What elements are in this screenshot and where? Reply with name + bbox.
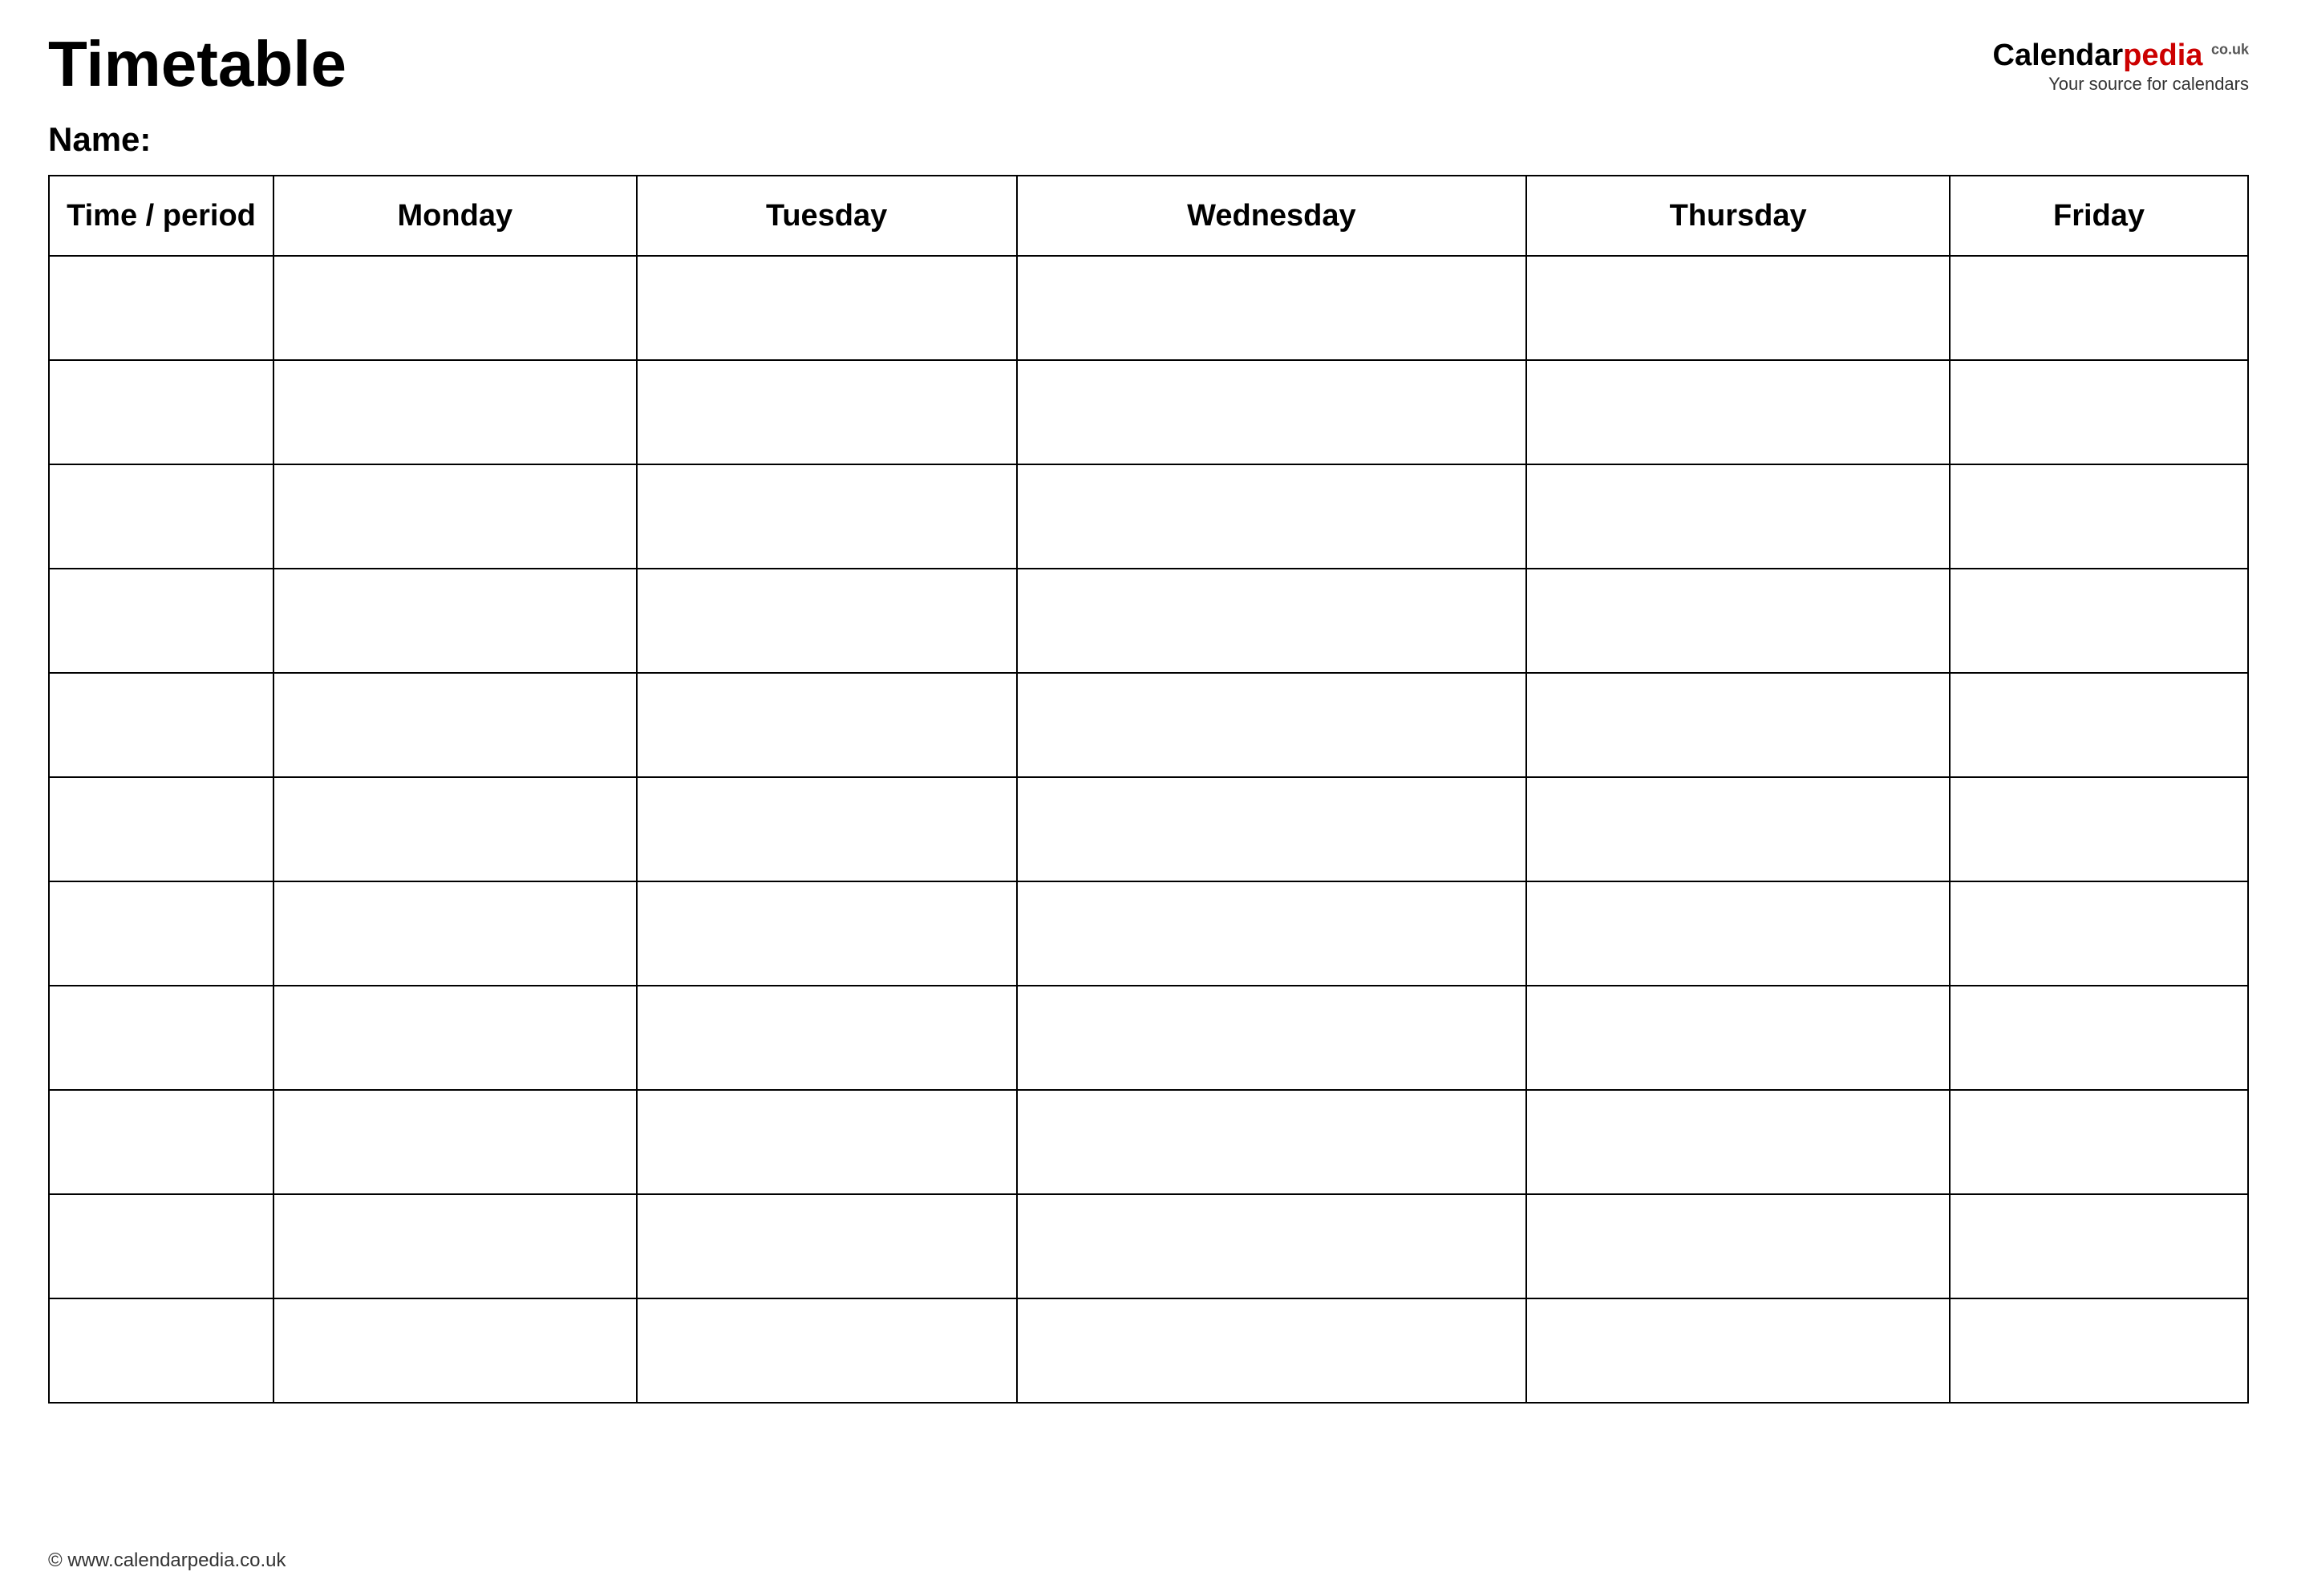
table-row — [49, 986, 2248, 1090]
time-cell[interactable] — [49, 777, 273, 881]
time-cell[interactable] — [49, 256, 273, 360]
table-row — [49, 881, 2248, 986]
day-cell[interactable] — [1526, 569, 1950, 673]
header-friday: Friday — [1950, 176, 2248, 256]
timetable: Time / period Monday Tuesday Wednesday T… — [48, 175, 2249, 1404]
day-cell[interactable] — [273, 673, 637, 777]
day-cell[interactable] — [273, 986, 637, 1090]
table-row — [49, 256, 2248, 360]
logo-text: Calendarpedia co.uk — [1993, 40, 2249, 71]
day-cell[interactable] — [637, 1194, 1017, 1298]
day-cell[interactable] — [1950, 986, 2248, 1090]
day-cell[interactable] — [637, 673, 1017, 777]
day-cell[interactable] — [637, 881, 1017, 986]
day-cell[interactable] — [1017, 777, 1527, 881]
day-cell[interactable] — [1950, 256, 2248, 360]
day-cell[interactable] — [1950, 1298, 2248, 1403]
day-cell[interactable] — [637, 569, 1017, 673]
logo-subtitle: Your source for calendars — [2048, 74, 2249, 95]
day-cell[interactable] — [1526, 673, 1950, 777]
day-cell[interactable] — [1017, 1298, 1527, 1403]
day-cell[interactable] — [273, 569, 637, 673]
day-cell[interactable] — [1950, 673, 2248, 777]
day-cell[interactable] — [1526, 777, 1950, 881]
day-cell[interactable] — [1526, 360, 1950, 464]
table-row — [49, 360, 2248, 464]
time-cell[interactable] — [49, 1194, 273, 1298]
day-cell[interactable] — [637, 256, 1017, 360]
time-cell[interactable] — [49, 360, 273, 464]
table-row — [49, 1090, 2248, 1194]
name-label: Name: — [48, 120, 2249, 159]
day-cell[interactable] — [273, 1194, 637, 1298]
time-cell[interactable] — [49, 986, 273, 1090]
time-cell[interactable] — [49, 1090, 273, 1194]
header-wednesday: Wednesday — [1017, 176, 1527, 256]
day-cell[interactable] — [273, 1298, 637, 1403]
day-cell[interactable] — [637, 464, 1017, 569]
time-cell[interactable] — [49, 673, 273, 777]
logo-domain: co.uk — [2211, 41, 2249, 57]
day-cell[interactable] — [637, 777, 1017, 881]
day-cell[interactable] — [1017, 360, 1527, 464]
time-cell[interactable] — [49, 881, 273, 986]
logo-area: Calendarpedia co.uk Your source for cale… — [1993, 40, 2249, 95]
table-row — [49, 1194, 2248, 1298]
time-cell[interactable] — [49, 464, 273, 569]
day-cell[interactable] — [1526, 881, 1950, 986]
day-cell[interactable] — [1017, 986, 1527, 1090]
day-cell[interactable] — [1526, 1298, 1950, 1403]
day-cell[interactable] — [273, 1090, 637, 1194]
day-cell[interactable] — [1526, 464, 1950, 569]
day-cell[interactable] — [1017, 1090, 1527, 1194]
table-row — [49, 464, 2248, 569]
day-cell[interactable] — [637, 1298, 1017, 1403]
table-row — [49, 1298, 2248, 1403]
table-header-row: Time / period Monday Tuesday Wednesday T… — [49, 176, 2248, 256]
page-title: Timetable — [48, 32, 346, 96]
table-row — [49, 777, 2248, 881]
day-cell[interactable] — [1017, 256, 1527, 360]
table-row — [49, 673, 2248, 777]
header-monday: Monday — [273, 176, 637, 256]
header-tuesday: Tuesday — [637, 176, 1017, 256]
time-cell[interactable] — [49, 569, 273, 673]
day-cell[interactable] — [1017, 569, 1527, 673]
day-cell[interactable] — [1950, 1090, 2248, 1194]
day-cell[interactable] — [273, 256, 637, 360]
day-cell[interactable] — [1017, 673, 1527, 777]
day-cell[interactable] — [637, 986, 1017, 1090]
day-cell[interactable] — [1950, 360, 2248, 464]
day-cell[interactable] — [1017, 881, 1527, 986]
header-thursday: Thursday — [1526, 176, 1950, 256]
day-cell[interactable] — [637, 360, 1017, 464]
day-cell[interactable] — [1950, 881, 2248, 986]
day-cell[interactable] — [1526, 256, 1950, 360]
day-cell[interactable] — [1950, 464, 2248, 569]
logo-calendar: Calendar — [1993, 38, 2124, 72]
day-cell[interactable] — [1526, 986, 1950, 1090]
day-cell[interactable] — [1950, 777, 2248, 881]
day-cell[interactable] — [1950, 1194, 2248, 1298]
day-cell[interactable] — [273, 777, 637, 881]
table-row — [49, 569, 2248, 673]
page-header: Timetable Calendarpedia co.uk Your sourc… — [48, 32, 2249, 96]
day-cell[interactable] — [273, 464, 637, 569]
day-cell[interactable] — [1017, 464, 1527, 569]
footer-text: © www.calendarpedia.co.uk — [48, 1549, 286, 1572]
header-time-period: Time / period — [49, 176, 273, 256]
time-cell[interactable] — [49, 1298, 273, 1403]
day-cell[interactable] — [273, 881, 637, 986]
day-cell[interactable] — [637, 1090, 1017, 1194]
day-cell[interactable] — [1526, 1090, 1950, 1194]
day-cell[interactable] — [1526, 1194, 1950, 1298]
day-cell[interactable] — [273, 360, 637, 464]
logo-pedia: pedia — [2123, 38, 2202, 72]
day-cell[interactable] — [1017, 1194, 1527, 1298]
day-cell[interactable] — [1950, 569, 2248, 673]
